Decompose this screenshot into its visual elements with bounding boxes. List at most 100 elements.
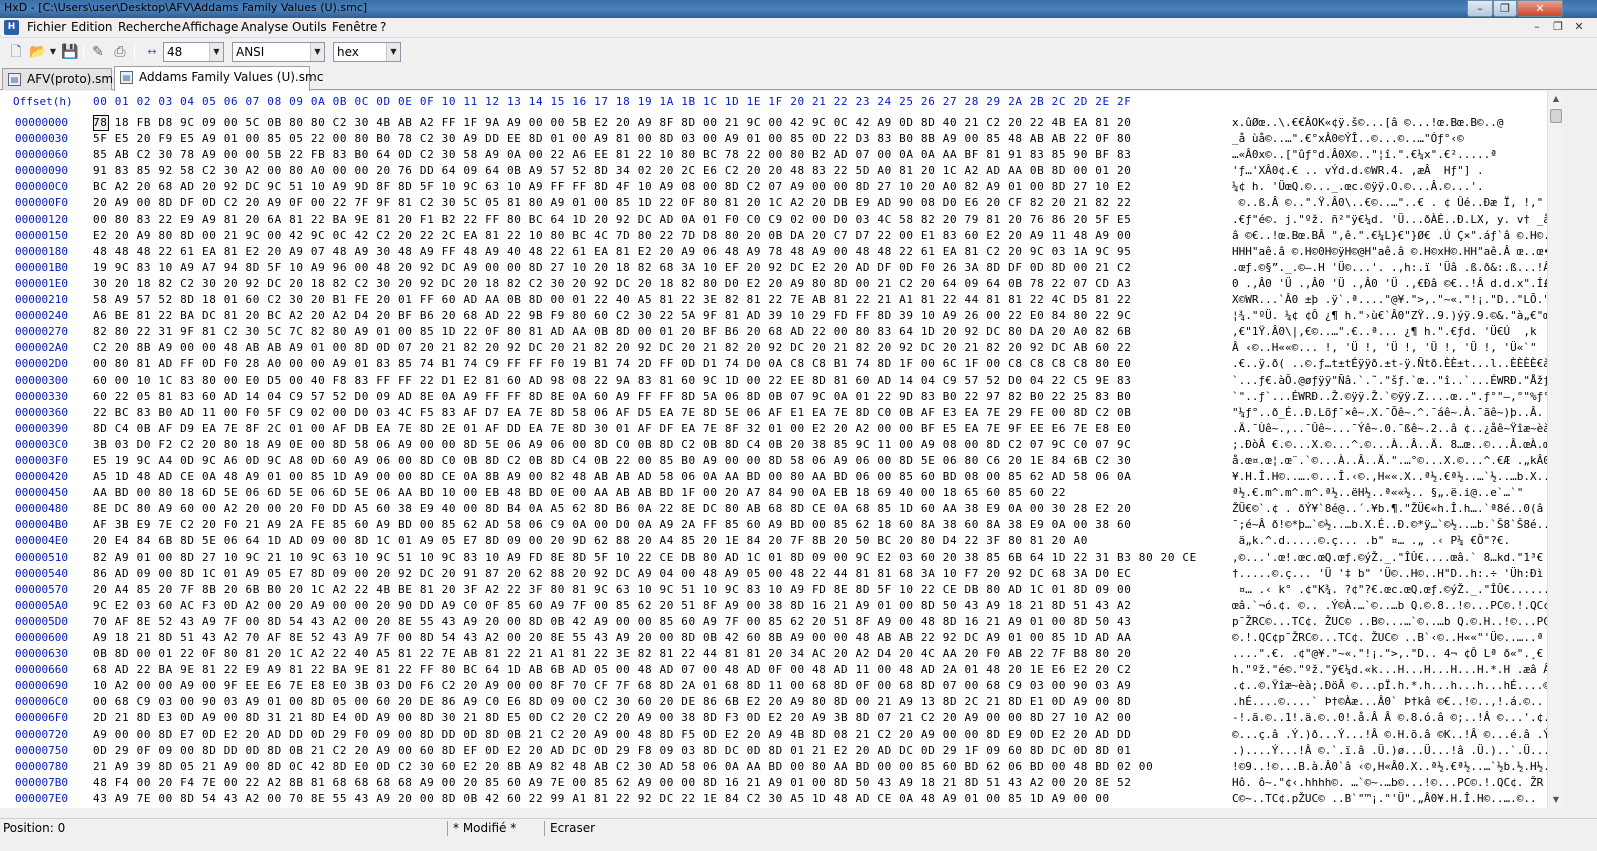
table-row[interactable]: 000002A0 C2 20 8B A9 00 00 48 AB AB A9 01… (0, 340, 1547, 356)
chevron-down-icon[interactable]: ▼ (48, 42, 58, 62)
row-ascii-text[interactable]: X©WR...`Â0 ±þ .ÿ`.ª...."@¥.">‚."~«."!¡."… (1232, 292, 1547, 308)
table-row[interactable]: 00000300 60 00 10 1C 83 80 00 E0 D5 00 40… (0, 373, 1547, 389)
row-ascii-text[interactable]: â ©€..!œ.Bœ.BÂ ",ê.".€¼L}€"}Ø€ .Ú Ç×".áƒ… (1232, 228, 1547, 244)
chevron-down-icon[interactable]: ▼ (310, 43, 324, 61)
row-hex-bytes[interactable]: 5F E5 20 F9 E5 A9 01 00 85 05 22 00 80 B… (93, 131, 1132, 147)
table-row[interactable]: 00000450 AA BD 00 80 18 6D 5E 06 6D 5E 06… (0, 485, 1547, 501)
table-row[interactable]: 00000690 10 A2 00 00 A9 00 9F EE E6 7E E8… (0, 678, 1547, 694)
row-ascii-text[interactable]: å.œ¤.œ¦.œ¨.`©...À..Â..Ä.".…°©...X.©...^.… (1232, 453, 1547, 469)
row-ascii-text[interactable]: ;.ÐòÂ €.©...X.©...^.©...À..Â..Ä. 8…œ..©.… (1232, 437, 1547, 453)
row-hex-bytes[interactable]: 58 A9 57 52 8D 18 01 60 C2 30 20 B1 FE 2… (93, 292, 1132, 308)
row-hex-bytes[interactable]: E2 20 A9 80 8D 00 21 9C 00 42 9C 0C 42 C… (93, 228, 1132, 244)
row-ascii-text[interactable]: .Ä.¯Ùê~.,..¯Ûê~...¯Ýê~.0.¯ßê~.2..â ¢..¿å… (1232, 421, 1547, 437)
row-ascii-text[interactable]: ¼¢ h. 'ÜœQ.©..._.œc.©ÿÿ.O.©...Â.©...'. (1232, 179, 1547, 195)
menu-outils[interactable]: Outils (292, 20, 327, 34)
row-hex-bytes[interactable]: 60 22 05 81 83 60 AD 14 04 C9 57 52 D0 0… (93, 389, 1132, 405)
tab-addams-family-values[interactable]: ▤ Addams Family Values (U).smc (114, 66, 323, 91)
row-hex-bytes[interactable]: 0B 8D 00 01 22 0F 80 81 20 1C A2 22 40 A… (93, 646, 1132, 662)
open-folder-icon[interactable]: 📂 (28, 42, 48, 62)
maximize-button[interactable]: ❐ (1493, 0, 1517, 17)
row-ascii-text[interactable]: 0 .‚Â0 'Ü .‚Â0 'Ü .‚Â0 'Ü .‚€Ðâ ©€..!Â d… (1232, 276, 1547, 292)
row-ascii-text[interactable]: `...ƒ€.àÕ.@øƒÿÿ"Ñâ.`.˜."šƒ.`œ.."î..`...É… (1232, 373, 1547, 389)
hex-rows[interactable]: 00000000 78 18 FB D8 9C 09 00 5C 0B 80 80… (0, 115, 1547, 807)
row-ascii-text[interactable]: .€..ÿ.ð( ..©.ƒ…t±tÉÿÿð.±t-ÿ.Ñtð.ÈÈ±t...l… (1232, 356, 1547, 372)
row-hex-bytes[interactable]: 68 AD 22 BA 9E 81 22 E9 A9 81 22 BA 9E 8… (93, 662, 1132, 678)
row-ascii-text[interactable]: C©~..TC¢.pŽUC© ..B`"™¡."'Ü".„Â0¥.H.Î.H©.… (1232, 791, 1547, 807)
table-row[interactable]: 000003C0 3B 03 D0 F2 C2 20 80 18 A9 0E 00… (0, 437, 1547, 453)
menu-fichier[interactable]: Fichier (27, 20, 66, 34)
row-ascii-text[interactable]: Â ‹©..H««©... !‚ 'Ü !‚ 'Ü !‚ 'Ü !‚ 'Ü !‚… (1232, 340, 1547, 356)
scroll-up-icon[interactable]: ▲ (1548, 91, 1564, 107)
row-ascii-text[interactable]: `"..ƒ`...ÉWRÐ..Ž.©ÿÿ.Ž.`©ÿÿ.Z....œ..".ƒ°… (1232, 389, 1547, 405)
menu-analyse[interactable]: Analyse (241, 20, 288, 34)
row-ascii-text[interactable]: œâ.`¬ó.¢. ©.. .Ý©À.…`©..…b Q.©.8..!©...P… (1232, 598, 1547, 614)
minimize-button[interactable]: – (1467, 0, 1493, 17)
table-row[interactable]: 000004B0 AF 3B E9 7E C2 20 F0 21 A9 2A FE… (0, 517, 1547, 533)
row-hex-bytes[interactable]: 85 AB C2 30 78 A9 00 00 5B 22 FB 83 B0 6… (93, 147, 1132, 163)
charset-select[interactable]: ANSI ▼ (232, 42, 325, 62)
row-hex-bytes[interactable]: A5 1D 48 AD CE 0A 48 A9 01 00 85 1D A9 0… (93, 469, 1132, 485)
row-ascii-text[interactable]: ¥.H.Î.H©..….©...Î.‹©.‚H««.X..ª½.€ª½..…`½… (1232, 469, 1547, 485)
row-ascii-text[interactable]: ....".€. .¢"@¥."~«."!¡.">‚."D.. 4¬ ¢Ô Lª… (1232, 646, 1547, 662)
row-ascii-text[interactable]: h."ºž."é©."ºž."ÿ€¼d.«k...H...H...H...H.*… (1232, 662, 1547, 678)
table-row[interactable]: 000001B0 19 9C 83 10 A9 A7 94 8D 5F 10 A9… (0, 260, 1547, 276)
row-hex-bytes[interactable]: A9 18 21 8D 51 43 A2 70 AF 8E 52 43 A9 7… (93, 630, 1132, 646)
chevron-down-icon[interactable]: ▼ (209, 43, 223, 61)
row-hex-bytes[interactable]: C2 20 8B A9 00 00 48 AB AB A9 01 00 8D 0… (93, 340, 1132, 356)
row-hex-bytes[interactable]: AF 3B E9 7E C2 20 F0 21 A9 2A FE 85 60 A… (93, 517, 1132, 533)
row-ascii-text[interactable]: …«Â0x©..["ûƒ°d.Â0X©.."¦î.".€¼x".€².....ª (1232, 147, 1547, 163)
table-row[interactable]: 00000240 A6 BE 81 22 BA DC 81 20 BC A2 20… (0, 308, 1547, 324)
table-row[interactable]: 00000720 A9 00 00 8D E7 0D E2 20 AD DD 0D… (0, 727, 1547, 743)
table-row[interactable]: 000007B0 48 F4 00 20 F4 7E 00 22 A2 8B 81… (0, 775, 1547, 791)
row-hex-bytes[interactable]: 20 A4 85 20 7F 8B 20 6B B0 20 1C A2 22 4… (93, 582, 1132, 598)
row-ascii-text[interactable]: ©...ç.â .Ý.)ð...Ý...!Â ©.H.õ.â ©K..!Â ©.… (1232, 727, 1547, 743)
row-hex-bytes[interactable]: 2D 21 8D E3 0D A9 00 8D 31 21 8D E4 0D A… (93, 710, 1132, 726)
row-hex-bytes[interactable]: 20 A9 00 8D DF 0D C2 20 A9 0F 00 22 7F 9… (93, 195, 1132, 211)
menu-fenetre[interactable]: Fenêtre (332, 20, 377, 34)
edit-icon[interactable]: ✎ (88, 42, 108, 62)
row-hex-bytes[interactable]: 3B 03 D0 F2 C2 20 80 18 A9 0E 00 8D 58 0… (93, 437, 1132, 453)
row-hex-bytes[interactable]: 30 20 18 82 C2 30 20 92 DC 20 18 82 C2 3… (93, 276, 1132, 292)
document-icon[interactable]: H (4, 20, 19, 35)
row-ascii-text[interactable]: ¦¾."ºÜ. ¼¢ ¢Ô ¿¶ h."›ù€`Â0"ZŸ..9.)ýÿ.9.©… (1232, 308, 1547, 324)
mdi-close-button[interactable]: ✕ (1572, 20, 1586, 34)
row-hex-bytes[interactable]: 9C E2 03 60 AC F3 0D A2 00 20 A9 00 00 2… (93, 598, 1132, 614)
table-row[interactable]: 00000270 82 80 22 31 9F 81 C2 30 5C 7C 82… (0, 324, 1547, 340)
table-row[interactable]: 00000600 A9 18 21 8D 51 43 A2 70 AF 8E 52… (0, 630, 1547, 646)
table-row[interactable]: 00000510 82 A9 01 00 8D 27 10 9C 21 10 9C… (0, 550, 1547, 566)
table-row[interactable]: 00000540 86 AD 09 00 8D 1C 01 A9 05 E7 8D… (0, 566, 1547, 582)
row-ascii-text[interactable]: ¤… .‹ k° .¢"K¾. ?¢"?€.œc.œQ.œƒ.©ýŽ._."ÎÛ… (1232, 582, 1547, 598)
row-ascii-text[interactable]: x.ûØœ..\.€€ÂOK«¢ÿ.š©...[â ©...!œ.Bœ.B©..… (1232, 115, 1547, 131)
menu-affichage[interactable]: Affichage (182, 20, 238, 34)
row-ascii-text[interactable]: -!.ã.©..1!.ä.©..0!.å.Â Â ©.8.ó.â ©;..!Â … (1232, 710, 1547, 726)
row-ascii-text[interactable]: .hÉ....©....` Þ†©Àæ...Â0` Þ†kâ ©€..!©..,… (1232, 694, 1547, 710)
row-hex-bytes[interactable]: 48 F4 00 20 F4 7E 00 22 A2 8B 81 68 68 6… (93, 775, 1132, 791)
table-row[interactable]: 00000570 20 A4 85 20 7F 8B 20 6B B0 20 1C… (0, 582, 1547, 598)
row-hex-bytes[interactable]: 86 AD 09 00 8D 1C 01 A9 05 E7 8D 09 00 2… (93, 566, 1132, 582)
row-ascii-text[interactable]: .€ƒ"é©. j."ºž. ñ²"ÿ€¼d. 'Ü...ðÀÉ..Ð.LX‚ … (1232, 212, 1547, 228)
bytes-per-row-select[interactable]: 48 ▼ (163, 42, 224, 62)
row-ascii-text[interactable]: Hô. ô~."¢‹.hhhh©. …`©~.…b©...!©...PC©.!.… (1232, 775, 1547, 791)
row-ascii-text[interactable]: 'ƒ…'XÂ0¢.€ .. vÝd.d.©WR.4. ,æÂ Hƒ"] . (1232, 163, 1547, 179)
row-hex-bytes[interactable]: 82 80 22 31 9F 81 C2 30 5C 7C 82 80 A9 0… (93, 324, 1132, 340)
table-row[interactable]: 00000150 E2 20 A9 80 8D 00 21 9C 00 42 9C… (0, 228, 1547, 244)
row-ascii-text[interactable]: p¯ŽRC©...TC¢. ŽUC© ..B©...…`©..…b Q.©.H.… (1232, 614, 1547, 630)
row-ascii-text[interactable]: ©.!.QC¢p¯ŽRC©...TC¢. ŽUC© ..B`‹©..H««"'Ü… (1232, 630, 1547, 646)
row-hex-bytes[interactable]: 00 80 81 AD FF 0D F0 28 A0 00 00 A9 01 8… (93, 356, 1132, 372)
table-row[interactable]: 000006C0 00 68 C9 03 00 90 03 A9 01 00 8D… (0, 694, 1547, 710)
row-hex-bytes[interactable]: 91 83 85 92 58 C2 30 A2 00 80 A0 00 00 2… (93, 163, 1132, 179)
row-hex-bytes[interactable]: 82 A9 01 00 8D 27 10 9C 21 10 9C 63 10 9… (93, 550, 1197, 566)
chevron-down-icon[interactable]: ▼ (386, 43, 400, 61)
menu-help[interactable]: ? (380, 20, 386, 34)
row-hex-bytes[interactable]: 22 BC 83 B0 AD 11 00 F0 5F C9 02 00 D0 0… (93, 405, 1132, 421)
table-row[interactable]: 00000360 22 BC 83 B0 AD 11 00 F0 5F C9 02… (0, 405, 1547, 421)
table-row[interactable]: 000001E0 30 20 18 82 C2 30 20 92 DC 20 18… (0, 276, 1547, 292)
row-ascii-text[interactable]: "¼ƒ°..ð_É..Ð.Lõƒ¯×ê~.X.¯Õê~.^.¯áê~.À.¯ãê… (1232, 405, 1547, 421)
row-hex-bytes[interactable]: 19 9C 83 10 A9 A7 94 8D 5F 10 A9 96 00 4… (93, 260, 1132, 276)
row-ascii-text[interactable]: ¯;é~Â ð!©*þ…`©½..…b.X.É..Ð.©*ÿ…`©½..…b.`… (1232, 517, 1547, 533)
table-row[interactable]: 00000630 0B 8D 00 01 22 0F 80 81 20 1C A2… (0, 646, 1547, 662)
table-row[interactable]: 00000120 00 80 83 22 E9 A9 81 20 6A 81 22… (0, 212, 1547, 228)
table-row[interactable]: 00000090 91 83 85 92 58 C2 30 A2 00 80 A0… (0, 163, 1547, 179)
row-ascii-text[interactable]: ‚€"1Ÿ.Â0\|‚€©..…".€..ª... ¿¶ h.".€ƒd. 'Ü… (1232, 324, 1547, 340)
mdi-minimize-button[interactable]: – (1530, 20, 1544, 34)
